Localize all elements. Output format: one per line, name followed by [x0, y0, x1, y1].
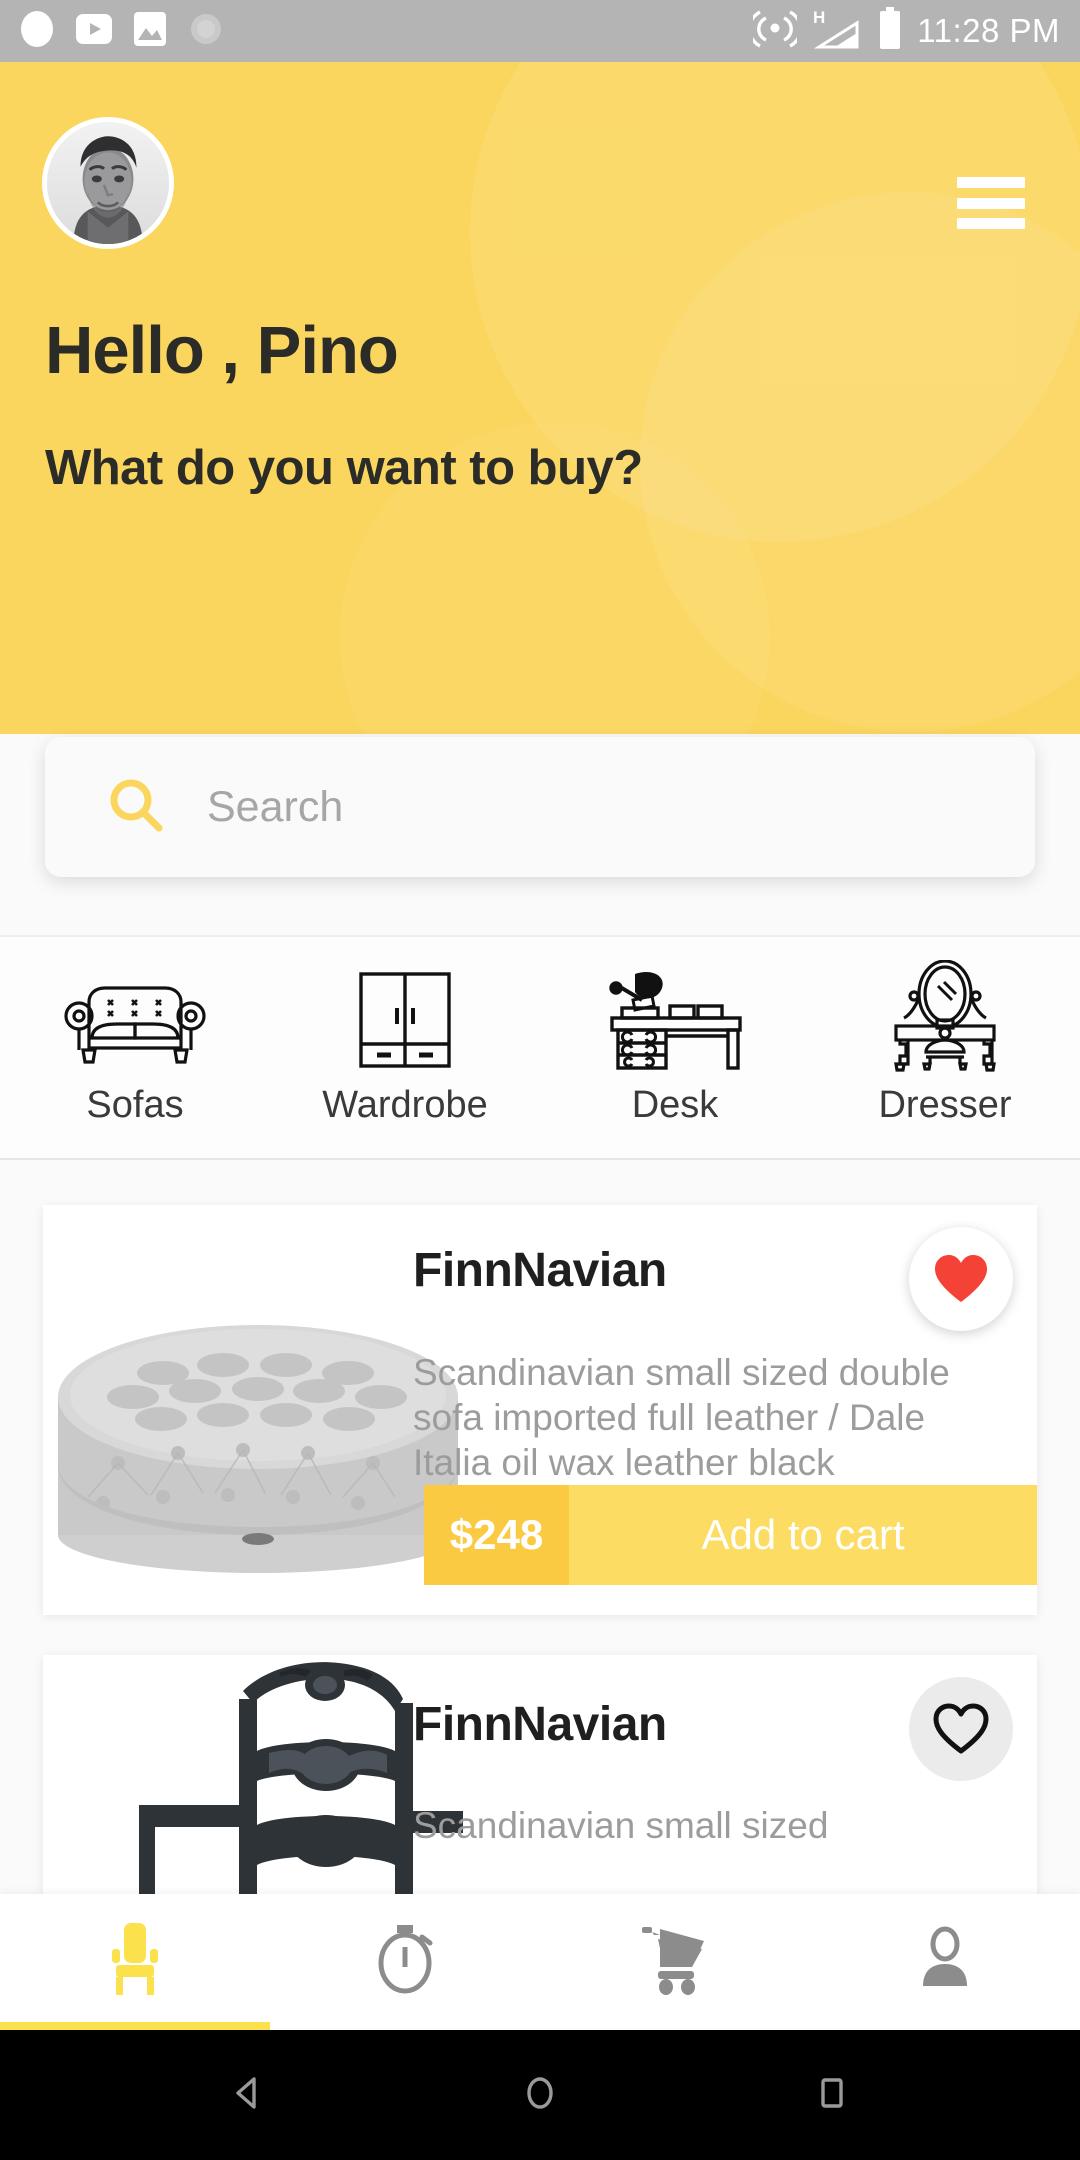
nav-item-history[interactable]	[270, 1894, 540, 2028]
category-label: Dresser	[878, 1084, 1012, 1126]
chair-icon	[102, 1921, 168, 2002]
image-icon	[134, 11, 166, 51]
product-title: FinnNavian	[413, 1244, 667, 1297]
status-bar-clock: 11:28 PM	[917, 12, 1060, 49]
category-bar: Sofas Wardrobe Desk Dresser	[0, 935, 1080, 1160]
heart-outline-icon	[933, 1703, 989, 1754]
search-bar[interactable]	[45, 737, 1035, 877]
nav-item-profile[interactable]	[810, 1894, 1080, 2028]
search-icon	[107, 776, 165, 839]
category-item-dresser[interactable]: Dresser	[810, 937, 1080, 1158]
android-navigation-bar	[0, 2030, 1080, 2160]
svg-text:H: H	[813, 8, 825, 27]
back-triangle-icon[interactable]	[226, 2071, 270, 2120]
category-item-desk[interactable]: Desk	[540, 937, 810, 1158]
cast-icon	[747, 7, 803, 56]
status-bar-right-icons: H 11:28 PM	[747, 6, 1060, 56]
product-title: FinnNavian	[413, 1698, 667, 1751]
category-label: Sofas	[86, 1084, 184, 1126]
product-description: Scandinavian small sized	[413, 1805, 829, 1846]
buy-row: $248 Add to cart	[424, 1485, 1037, 1585]
category-label: Desk	[631, 1084, 719, 1126]
hamburger-bar	[957, 197, 1025, 209]
product-price: $248	[424, 1485, 569, 1585]
hspa-signal-icon: H	[811, 7, 863, 56]
search-input[interactable]	[207, 782, 987, 832]
category-item-sofas[interactable]: Sofas	[0, 937, 270, 1158]
favorite-button[interactable]	[909, 1227, 1013, 1331]
page-subtitle: What do you want to buy?	[45, 441, 643, 495]
active-tab-indicator	[0, 2022, 270, 2030]
avatar-portrait	[47, 122, 169, 244]
product-description: Scandinavian small sized double sofa imp…	[413, 1352, 950, 1484]
hamburger-bar	[957, 177, 1025, 188]
bottom-navigation	[0, 1894, 1080, 2028]
product-card[interactable]: FinnNavian Scandinavian small sized doub…	[43, 1205, 1037, 1615]
page-title: Hello , Pino	[45, 313, 399, 388]
add-to-cart-button[interactable]: Add to cart	[569, 1485, 1037, 1585]
recents-square-icon[interactable]	[810, 2071, 854, 2120]
cart-icon	[640, 1923, 710, 2000]
product-card[interactable]: FinnNavian Scandinavian small sized	[43, 1655, 1037, 1895]
hamburger-bar	[957, 218, 1025, 229]
dresser-icon	[880, 960, 1010, 1072]
app-header: Hello , Pino What do you want to buy?	[0, 62, 1080, 734]
sofa-icon	[61, 968, 209, 1072]
nav-item-home[interactable]	[0, 1894, 270, 2028]
avatar[interactable]	[42, 117, 174, 249]
product-image-chair	[43, 1655, 483, 1895]
sun-loading-icon	[188, 11, 224, 52]
status-bar: H 11:28 PM	[0, 0, 1080, 62]
stopwatch-icon	[372, 1921, 438, 2002]
heart-filled-icon	[935, 1255, 987, 1302]
battery-icon	[877, 6, 903, 56]
status-bar-left-icons	[20, 10, 224, 53]
nav-item-cart[interactable]	[540, 1894, 810, 2028]
person-icon	[913, 1922, 977, 2001]
youtube-icon	[76, 13, 112, 49]
wardrobe-icon	[353, 968, 457, 1072]
category-label: Wardrobe	[322, 1084, 488, 1126]
circle-icon	[20, 10, 54, 53]
home-circle-icon[interactable]	[518, 2071, 562, 2120]
hamburger-menu-button[interactable]	[957, 177, 1025, 229]
desk-icon	[600, 968, 750, 1072]
favorite-button[interactable]	[909, 1677, 1013, 1781]
category-item-wardrobe[interactable]: Wardrobe	[270, 937, 540, 1158]
